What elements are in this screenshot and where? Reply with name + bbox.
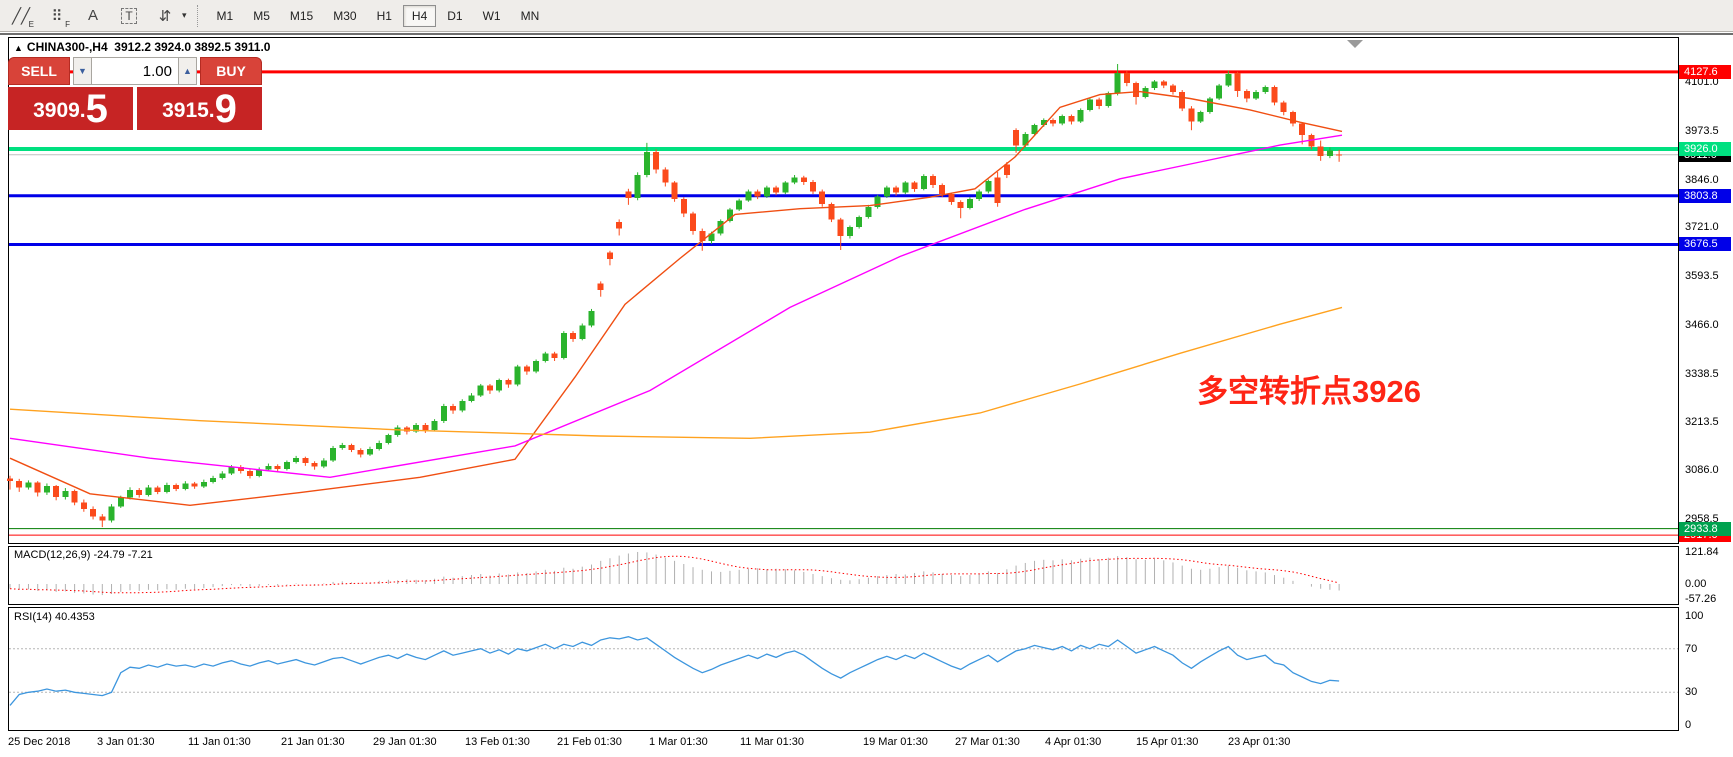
volume-input[interactable] (92, 57, 178, 85)
price-tick: 3086.0 (1685, 464, 1719, 476)
price-tick: 3721.0 (1685, 221, 1719, 233)
symbol-ohlc-readout: ▲ CHINA300-,H4 3912.2 3924.0 3892.5 3911.… (14, 40, 270, 54)
toolbar: ╱╱E ⠿F A T ⇵ ▾ M1M5M15M30H1H4D1W1MN (0, 0, 1733, 32)
time-tick: 23 Apr 01:30 (1228, 736, 1290, 748)
ohlc-values: 3912.2 3924.0 3892.5 3911.0 (114, 40, 270, 54)
time-tick: 27 Mar 01:30 (955, 736, 1020, 748)
volume-decrease-button[interactable]: ▼ (73, 57, 92, 85)
macd-axis-tick: -57.26 (1685, 593, 1716, 605)
price-line-label: 3676.5 (1679, 237, 1731, 251)
text-label-icon[interactable]: A (78, 4, 108, 28)
price-line-label: 2933.8 (1679, 522, 1731, 536)
rsi-axis-tick: 0 (1685, 719, 1691, 731)
macd-axis-tick: 0.00 (1685, 578, 1706, 590)
rsi-axis-tick: 100 (1685, 610, 1703, 622)
timeframe-d1[interactable]: D1 (438, 5, 471, 27)
price-tick: 3846.0 (1685, 174, 1719, 186)
timeframe-buttons: M1M5M15M30H1H4D1W1MN (207, 7, 550, 25)
time-tick: 19 Mar 01:30 (863, 736, 928, 748)
timeframe-m15[interactable]: M15 (281, 5, 322, 27)
timeframe-mn[interactable]: MN (512, 5, 549, 27)
price-tick: 3973.5 (1685, 125, 1719, 137)
rsi-label: RSI(14) 40.4353 (14, 611, 95, 623)
grid-icon[interactable]: ⠿F (42, 4, 72, 28)
price-tick: 3466.0 (1685, 319, 1719, 331)
buy-button[interactable]: BUY (200, 57, 262, 85)
time-tick: 21 Feb 01:30 (557, 736, 622, 748)
rsi-axis-tick: 70 (1685, 643, 1697, 655)
trading-terminal-window: ╱╱E ⠿F A T ⇵ ▾ M1M5M15M30H1H4D1W1MN ▲ CHI… (0, 0, 1733, 757)
macd-label: MACD(12,26,9) -24.79 -7.21 (14, 549, 153, 561)
sort-arrows-icon[interactable]: ⇵ (150, 4, 180, 28)
price-line-label: 3803.8 (1679, 189, 1731, 203)
time-axis[interactable]: 25 Dec 2018 3 Jan 01:30 11 Jan 01:30 21 Jan… (0, 731, 1733, 757)
one-click-trading-panel: SELL ▼ ▲ BUY 3909.5 3915.9 (8, 57, 264, 130)
rsi-pane[interactable] (8, 607, 1679, 731)
timeframe-m5[interactable]: M5 (244, 5, 279, 27)
chevron-down-icon[interactable]: ▾ (182, 10, 187, 21)
volume-increase-button[interactable]: ▲ (178, 57, 197, 85)
timeframe-w1[interactable]: W1 (474, 5, 510, 27)
timeframe-h1[interactable]: H1 (368, 5, 401, 27)
time-tick: 29 Jan 01:30 (373, 736, 437, 748)
chart-shift-marker-icon[interactable] (1347, 40, 1363, 48)
timeframe-m1[interactable]: M1 (208, 5, 243, 27)
price-line-label: 3926.0 (1679, 142, 1731, 156)
price-tick: 3593.5 (1685, 270, 1719, 282)
buy-price-display[interactable]: 3915.9 (137, 87, 262, 130)
sell-button[interactable]: SELL (8, 57, 70, 85)
toolbar-separator (197, 5, 199, 27)
symbol-name: CHINA300-,H4 (27, 40, 108, 54)
chart-window-top-border (0, 33, 1733, 35)
time-tick: 4 Apr 01:30 (1045, 736, 1101, 748)
time-tick: 25 Dec 2018 (8, 736, 70, 748)
time-tick: 11 Jan 01:30 (188, 736, 251, 748)
price-tick: 3213.5 (1685, 416, 1719, 428)
rsi-axis-tick: 30 (1685, 686, 1697, 698)
macd-axis-tick: 121.84 (1685, 546, 1719, 558)
time-tick: 11 Mar 01:30 (740, 736, 804, 748)
macd-pane[interactable] (8, 546, 1679, 605)
chart-annotation-text: 多空转折点3926 (1197, 366, 1421, 411)
symbol-marker-icon: ▲ (14, 43, 23, 53)
time-tick: 1 Mar 01:30 (649, 736, 708, 748)
volume-stepper: ▼ ▲ (73, 57, 197, 85)
timeframe-h4[interactable]: H4 (403, 5, 436, 27)
time-tick: 13 Feb 01:30 (465, 736, 530, 748)
time-tick: 21 Jan 01:30 (281, 736, 345, 748)
time-tick: 15 Apr 01:30 (1136, 736, 1198, 748)
price-tick: 3338.5 (1685, 368, 1719, 380)
timeframe-m30[interactable]: M30 (324, 5, 365, 27)
trendlines-icon[interactable]: ╱╱E (6, 4, 36, 28)
price-axis[interactable]: 4127.63911.03926.03803.83676.52917.02933… (1679, 37, 1733, 730)
sell-price-display[interactable]: 3909.5 (8, 87, 133, 130)
time-tick: 3 Jan 01:30 (97, 736, 155, 748)
price-line-label: 4127.6 (1679, 65, 1731, 79)
text-box-icon[interactable]: T (114, 4, 144, 28)
